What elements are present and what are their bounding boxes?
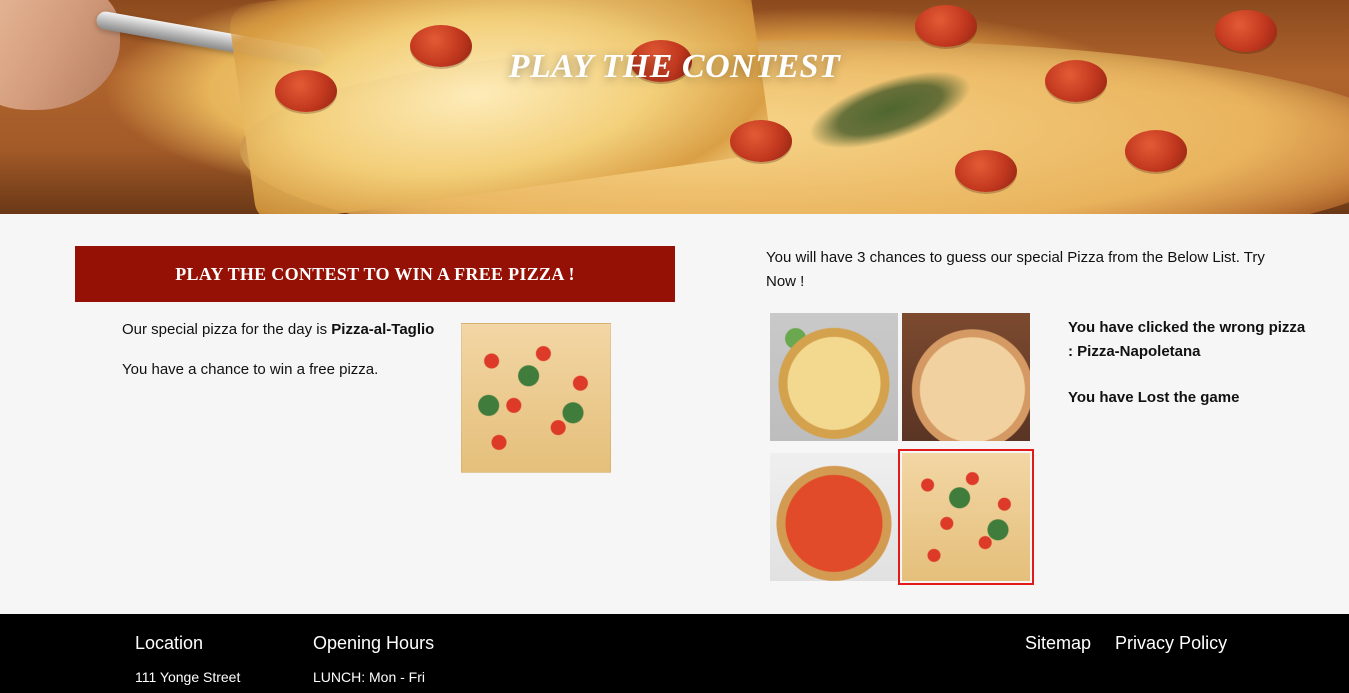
contest-banner: PLAY THE CONTEST TO WIN A FREE PIZZA ! xyxy=(75,246,675,302)
pepperoni xyxy=(730,120,792,162)
pizza-choice-tile-selected[interactable] xyxy=(898,449,1034,585)
privacy-policy-link[interactable]: Privacy Policy xyxy=(1115,632,1227,654)
pepperoni xyxy=(1215,10,1277,52)
pepperoni xyxy=(955,150,1017,192)
contest-instructions: You will have 3 chances to guess our spe… xyxy=(766,249,1265,290)
pizza-choice-grid xyxy=(770,313,1036,593)
win-text: You have a chance to win a free pizza. xyxy=(122,361,379,378)
wrong-choice-message: You have clicked the wrong pizza : Pizza… xyxy=(1068,319,1306,360)
special-pizza-name: Pizza-al-Taglio xyxy=(331,321,435,338)
location-address: 111 Yonge Street xyxy=(135,669,241,685)
footer-hours: Opening Hours LUNCH: Mon - Fri xyxy=(313,632,434,686)
special-pizza-prefix: Our special pizza for the day is xyxy=(122,321,332,338)
main-content: PLAY THE CONTEST TO WIN A FREE PIZZA ! O… xyxy=(0,214,1349,614)
pizza-choice-tile[interactable] xyxy=(902,313,1030,441)
contest-result: You have clicked the wrong pizza : Pizza… xyxy=(1068,316,1308,410)
special-pizza-line: Our special pizza for the day is Pizza-a… xyxy=(122,320,452,340)
footer-links: Sitemap Privacy Policy xyxy=(1025,632,1227,654)
hours-heading: Opening Hours xyxy=(313,633,435,653)
footer: Location 111 Yonge Street Opening Hours … xyxy=(0,614,1349,693)
hero-banner: PLAY THE CONTEST xyxy=(0,0,1349,214)
pizza-choice-tile[interactable] xyxy=(770,453,898,581)
special-pizza-info: Our special pizza for the day is Pizza-a… xyxy=(122,320,452,380)
sitemap-link[interactable]: Sitemap xyxy=(1025,632,1091,654)
page-title: PLAY THE CONTEST xyxy=(508,48,841,85)
pepperoni xyxy=(1125,130,1187,172)
footer-location: Location 111 Yonge Street xyxy=(135,632,240,686)
result-spacer xyxy=(1068,364,1308,386)
pepperoni xyxy=(915,5,977,47)
special-pizza-image xyxy=(461,323,611,473)
pizza-choice-tile[interactable] xyxy=(770,313,898,441)
hours-line: LUNCH: Mon - Fri xyxy=(313,669,426,685)
lost-message: You have Lost the game xyxy=(1068,389,1240,406)
location-heading: Location xyxy=(135,633,204,653)
